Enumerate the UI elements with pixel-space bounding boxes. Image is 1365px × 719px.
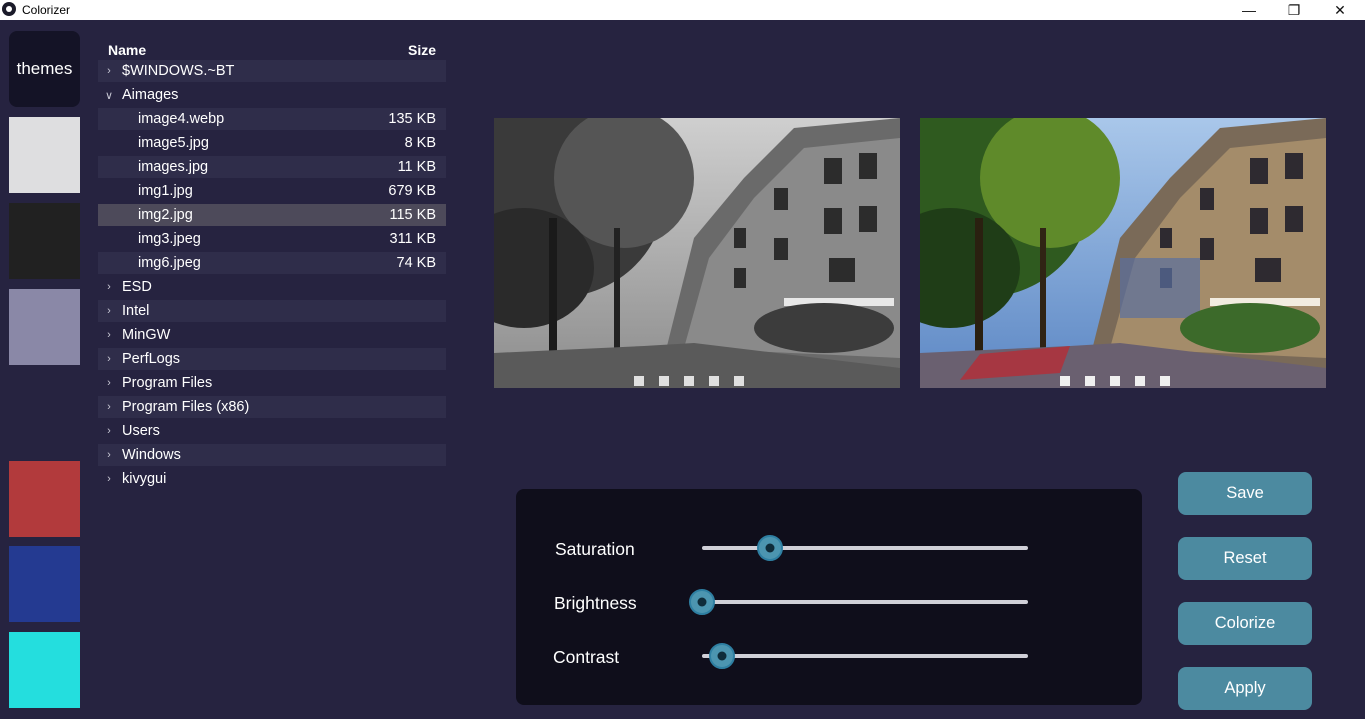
folder-row[interactable]: › Intel — [98, 300, 446, 322]
item-name: image4.webp — [138, 111, 225, 127]
item-name: MinGW — [122, 327, 171, 343]
colorized-image — [920, 118, 1326, 388]
item-name: Program Files (x86) — [122, 399, 250, 415]
contrast-label: Contrast — [553, 647, 620, 667]
chevron-right-icon[interactable]: › — [102, 444, 116, 466]
colorize-button[interactable]: Colorize — [1178, 602, 1312, 645]
item-name: img2.jpg — [138, 207, 193, 223]
item-size: 74 KB — [396, 255, 437, 271]
chevron-right-icon[interactable]: › — [102, 276, 116, 298]
folder-row[interactable]: › Windows — [98, 444, 446, 466]
brightness-slider[interactable] — [689, 589, 1028, 615]
folder-row[interactable]: › Users — [98, 420, 446, 442]
close-button[interactable]: ✕ — [1317, 0, 1363, 20]
item-name: images.jpg — [138, 159, 209, 175]
file-tree-rows: › $WINDOWS.~BT ∨ Aimages image4.webp 135 KB im… — [98, 60, 446, 490]
theme-swatch-navy[interactable] — [9, 375, 80, 451]
item-name: image5.jpg — [138, 135, 209, 151]
file-row[interactable]: img6.jpeg 74 KB — [98, 252, 446, 274]
folder-row[interactable]: › Program Files — [98, 372, 446, 394]
item-name: Intel — [122, 303, 150, 319]
file-row[interactable]: image5.jpg 8 KB — [98, 132, 446, 154]
window-title: Colorizer — [22, 3, 71, 17]
file-row[interactable]: img1.jpg 679 KB — [98, 180, 446, 202]
contrast-slider-thumb[interactable] — [708, 643, 735, 669]
apply-button[interactable]: Apply — [1178, 667, 1312, 710]
reset-button[interactable]: Reset — [1178, 537, 1312, 580]
item-name: Windows — [122, 447, 181, 463]
item-name: img3.jpeg — [138, 231, 201, 247]
original-image — [494, 118, 900, 388]
chevron-right-icon[interactable]: › — [102, 60, 116, 82]
chevron-right-icon[interactable]: › — [102, 372, 116, 394]
item-size: 135 KB — [388, 111, 436, 127]
theme-swatch-light-gray[interactable] — [9, 117, 80, 193]
folder-row[interactable]: › ESD — [98, 276, 446, 298]
title-bar: Colorizer — ❐ ✕ — [0, 0, 1365, 20]
save-button[interactable]: Save — [1178, 472, 1312, 515]
item-size: 11 KB — [397, 159, 436, 175]
app-logo-icon — [2, 2, 16, 16]
item-name: img1.jpg — [138, 183, 193, 199]
folder-row[interactable]: ∨ Aimages — [98, 84, 446, 106]
theme-swatch-red[interactable] — [9, 461, 80, 537]
name-column-header[interactable]: Name — [108, 42, 146, 58]
theme-swatch-lavender[interactable] — [9, 289, 80, 365]
theme-swatch-cyan[interactable] — [9, 632, 80, 708]
folder-row[interactable]: › MinGW — [98, 324, 446, 346]
chevron-down-icon[interactable]: ∨ — [102, 84, 116, 106]
folder-row[interactable]: › $WINDOWS.~BT — [98, 60, 446, 82]
item-name: PerfLogs — [122, 351, 181, 367]
chevron-right-icon[interactable]: › — [102, 396, 116, 418]
saturation-slider-thumb[interactable] — [757, 535, 784, 561]
file-row[interactable]: img2.jpg 115 KB — [98, 204, 446, 226]
item-size: 311 KB — [389, 231, 437, 247]
item-name: Program Files — [122, 375, 213, 391]
item-size: 115 KB — [389, 207, 437, 223]
item-name: Aimages — [122, 87, 179, 103]
theme-swatch-dark[interactable] — [9, 203, 80, 279]
brightness-label: Brightness — [554, 593, 637, 613]
file-row[interactable]: image4.webp 135 KB — [98, 108, 446, 130]
item-name: $WINDOWS.~BT — [122, 63, 235, 79]
brightness-slider-thumb[interactable] — [689, 589, 715, 615]
file-tree: Name Size › $WINDOWS.~BT ∨ Aimages image4.we… — [98, 38, 446, 492]
theme-swatch-blue[interactable] — [9, 546, 80, 622]
chevron-right-icon[interactable]: › — [102, 468, 116, 490]
chevron-right-icon[interactable]: › — [102, 324, 116, 346]
chevron-right-icon[interactable]: › — [102, 420, 116, 442]
file-tree-header: Name Size — [98, 38, 446, 60]
file-row[interactable]: images.jpg 11 KB — [98, 156, 446, 178]
file-row[interactable]: img3.jpeg 311 KB — [98, 228, 446, 250]
item-size: 679 KB — [388, 183, 436, 199]
themes-button[interactable]: themes — [9, 31, 80, 107]
contrast-slider[interactable] — [702, 643, 1028, 669]
folder-row[interactable]: › Program Files (x86) — [98, 396, 446, 418]
size-column-header[interactable]: Size — [408, 42, 436, 58]
minimize-button[interactable]: — — [1226, 0, 1272, 20]
chevron-right-icon[interactable]: › — [102, 300, 116, 322]
item-name: kivygui — [122, 471, 167, 487]
folder-row[interactable]: › PerfLogs — [98, 348, 446, 370]
adjustment-panel: Saturation Brightness Contrast — [516, 489, 1142, 705]
maximize-button[interactable]: ❐ — [1271, 0, 1317, 20]
item-name: ESD — [122, 279, 152, 295]
item-name: img6.jpeg — [138, 255, 201, 271]
saturation-slider[interactable] — [702, 535, 1028, 561]
folder-row[interactable]: › kivygui — [98, 468, 446, 490]
chevron-right-icon[interactable]: › — [102, 348, 116, 370]
item-name: Users — [122, 423, 160, 439]
item-size: 8 KB — [404, 135, 436, 151]
saturation-label: Saturation — [555, 539, 635, 559]
